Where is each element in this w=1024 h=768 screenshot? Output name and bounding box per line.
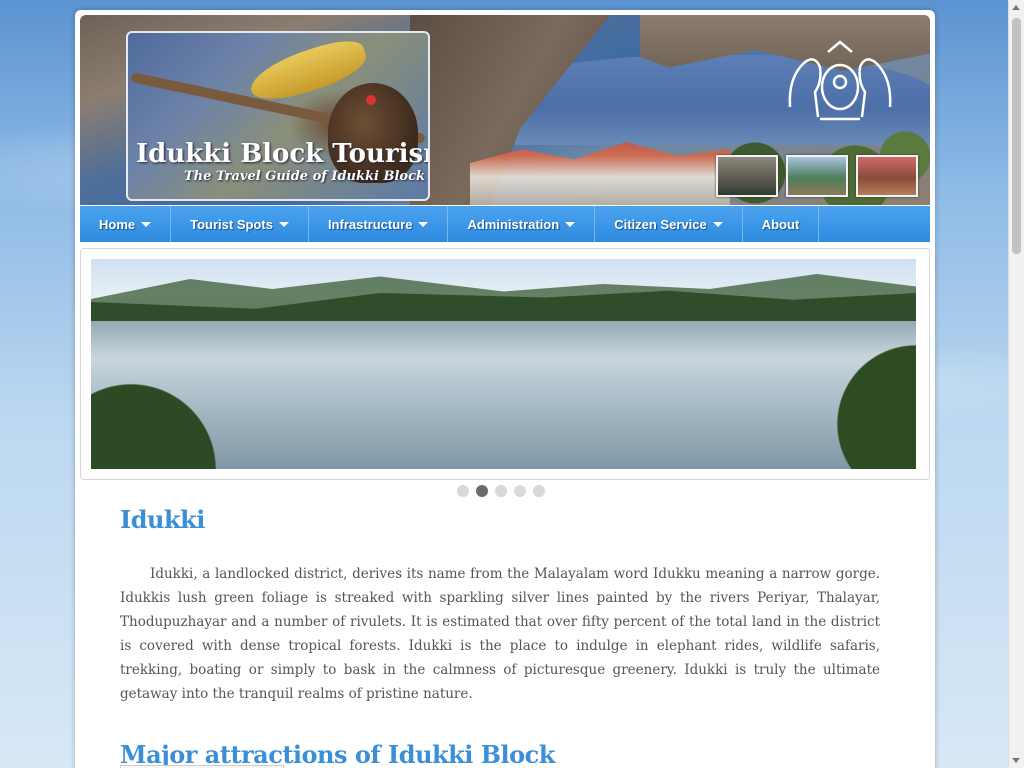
site-logo[interactable]: Idukki Block Tourism The Travel Guide of… bbox=[126, 31, 430, 201]
slide-image[interactable] bbox=[91, 259, 916, 469]
caret-down-icon bbox=[141, 221, 152, 227]
scrollbar-thumb[interactable] bbox=[1012, 18, 1021, 254]
kerala-emblem-icon bbox=[788, 40, 892, 121]
slider-dot[interactable] bbox=[533, 485, 545, 497]
nav-item-administration[interactable]: Administration bbox=[448, 206, 596, 242]
hornbill-eye bbox=[366, 95, 376, 105]
nav-item-label: About bbox=[761, 216, 800, 232]
vertical-scrollbar[interactable] bbox=[1008, 0, 1024, 768]
slider-pagination bbox=[457, 485, 545, 497]
nav-item-infrastructure[interactable]: Infrastructure bbox=[309, 206, 449, 242]
caret-down-icon bbox=[418, 221, 429, 227]
site-header: Idukki Block Tourism The Travel Guide of… bbox=[80, 15, 930, 205]
page-container: Idukki Block Tourism The Travel Guide of… bbox=[75, 10, 935, 768]
image-slider bbox=[80, 248, 930, 480]
scroll-down-icon[interactable] bbox=[1012, 758, 1020, 763]
site-title: Idukki Block Tourism bbox=[136, 139, 430, 169]
page-heading: Idukki bbox=[120, 505, 205, 534]
nav-item-tourist-spots[interactable]: Tourist Spots bbox=[171, 206, 309, 242]
nav-item-home[interactable]: Home bbox=[80, 206, 172, 242]
main-nav: Home Tourist Spots Infrastructure Admini… bbox=[80, 206, 930, 242]
thumbnail-reservoir[interactable] bbox=[786, 155, 848, 197]
intro-paragraph: Idukki, a landlocked district, derives i… bbox=[120, 566, 880, 702]
slider-dot[interactable] bbox=[514, 485, 526, 497]
caret-down-icon bbox=[565, 221, 576, 227]
scroll-up-icon[interactable] bbox=[1012, 5, 1020, 10]
slider-dot[interactable] bbox=[495, 485, 507, 497]
nav-item-label: Infrastructure bbox=[327, 216, 413, 232]
nav-item-label: Administration bbox=[467, 216, 560, 232]
main-content: Idukki Idukki, a landlocked district, de… bbox=[120, 505, 880, 768]
nav-item-label: Tourist Spots bbox=[190, 216, 273, 232]
attractions-heading: Major attractions of Idukki Block bbox=[120, 740, 555, 768]
site-tagline: The Travel Guide of Idukki Block bbox=[184, 169, 426, 184]
slide-foliage-left bbox=[91, 299, 291, 469]
nav-item-label: Citizen Service bbox=[614, 216, 707, 232]
nav-item-label: Home bbox=[99, 216, 136, 232]
slider-dot[interactable] bbox=[457, 485, 469, 497]
caret-down-icon bbox=[278, 221, 289, 227]
caret-down-icon bbox=[712, 221, 723, 227]
thumbnail-elephants[interactable] bbox=[856, 155, 918, 197]
slide-foliage-right bbox=[716, 319, 916, 469]
thumbnail-dam[interactable] bbox=[716, 155, 778, 197]
slider-dot-active[interactable] bbox=[476, 485, 488, 497]
nav-item-citizen-service[interactable]: Citizen Service bbox=[595, 206, 743, 242]
nav-item-about[interactable]: About bbox=[743, 206, 820, 242]
